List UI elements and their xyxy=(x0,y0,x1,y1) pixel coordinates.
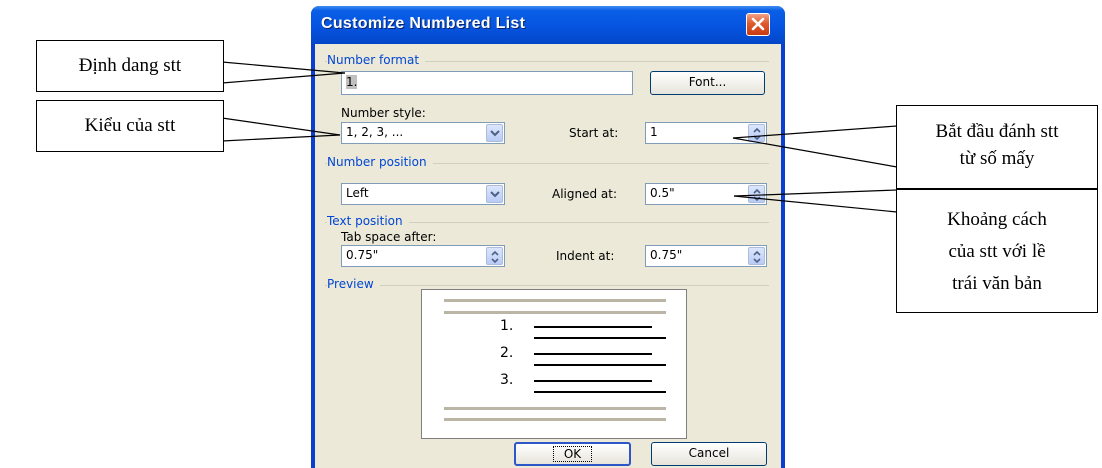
callout-number-format-text: Định dang stt xyxy=(78,55,182,76)
callout-aligned-at-line-2: của stt với lề xyxy=(948,241,1046,262)
callout-aligned-at-line-3: trái văn bản xyxy=(952,273,1042,294)
callout-start-at-line-2: từ số mấy xyxy=(959,148,1035,169)
callout-number-format: Định dang stt xyxy=(36,40,224,92)
callout-number-style-text: Kiểu của stt xyxy=(84,115,176,136)
callout-aligned-at-line-1: Khoảng cách xyxy=(947,209,1047,230)
callout-start-at-line-1: Bắt đầu đánh stt xyxy=(935,121,1059,142)
callout-start-at: Bắt đầu đánh stt từ số mấy xyxy=(896,105,1098,189)
callout-number-style: Kiểu của stt xyxy=(36,100,224,152)
callout-aligned-at: Khoảng cách của stt với lề trái văn bản xyxy=(896,189,1098,313)
